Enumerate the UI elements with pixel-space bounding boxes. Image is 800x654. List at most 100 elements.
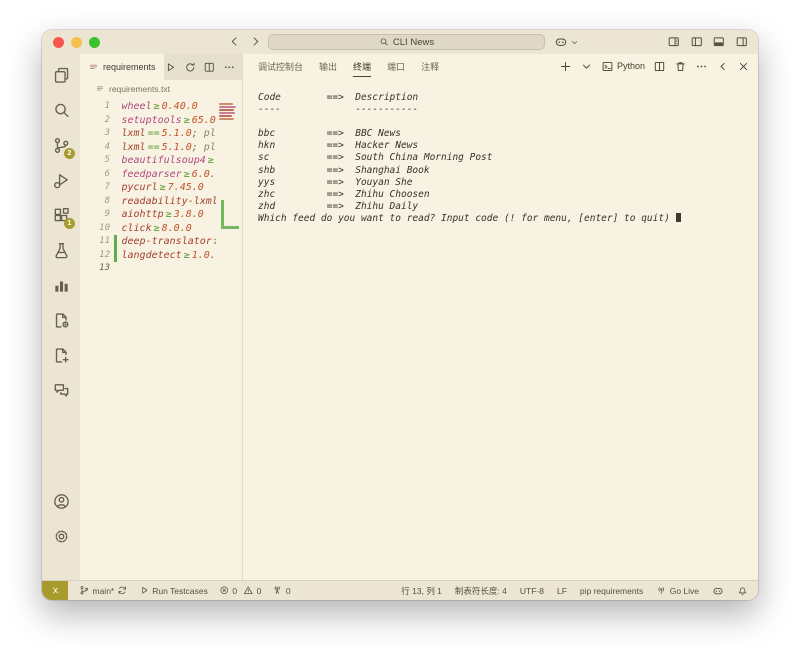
- copilot-menu-button[interactable]: [554, 35, 579, 49]
- file-icon: [95, 84, 105, 94]
- close-icon: [737, 60, 750, 73]
- token: ≥: [184, 115, 190, 126]
- new-terminal-button[interactable]: [559, 60, 572, 73]
- panel-tab-终端[interactable]: 终端: [353, 55, 371, 77]
- token: 8.0.0: [162, 223, 192, 234]
- trash-icon: [674, 60, 687, 73]
- token: readability-lxml: [122, 196, 218, 207]
- terminal-dropdown-button[interactable]: [580, 60, 593, 73]
- panel-tab-注释[interactable]: 注释: [421, 55, 439, 77]
- line-code: setuptools≥65.0.0: [122, 114, 228, 128]
- ellipsis-icon[interactable]: [223, 61, 236, 74]
- git-gutter: [114, 141, 117, 155]
- warning-icon: [243, 585, 254, 596]
- encoding[interactable]: UTF-8: [520, 586, 544, 596]
- cursor-position[interactable]: 行 13, 列 1: [401, 585, 442, 597]
- activity-item-chart[interactable]: [42, 268, 80, 303]
- notifications-bell-icon[interactable]: [737, 585, 748, 596]
- tab-requirements[interactable]: requirements: [80, 54, 164, 80]
- close-panel-button[interactable]: [737, 60, 750, 73]
- run-testcases-button[interactable]: Run Testcases: [139, 585, 208, 596]
- split-icon[interactable]: [203, 61, 216, 74]
- activity-item-extensions[interactable]: 1: [42, 198, 80, 233]
- activity-item-tasks[interactable]: [42, 303, 80, 338]
- activity-item-search[interactable]: [42, 93, 80, 128]
- language-mode[interactable]: pip requirements: [580, 586, 643, 596]
- activity-item-settings[interactable]: [42, 519, 80, 554]
- tab-label: requirements: [103, 62, 156, 72]
- git-gutter: [114, 222, 117, 236]
- line-number: 4: [80, 141, 110, 155]
- close-window-button[interactable]: [53, 37, 64, 48]
- activity-item-source-control[interactable]: 2: [42, 128, 80, 163]
- search-icon: [379, 37, 389, 47]
- token: 5.1.0: [162, 128, 192, 139]
- account-icon: [52, 492, 71, 511]
- token: aiohttp: [122, 209, 164, 220]
- plus-icon: [559, 60, 572, 73]
- line-number: 5: [80, 154, 110, 168]
- play-icon[interactable]: [164, 61, 177, 74]
- layout-right-icon[interactable]: [735, 35, 749, 49]
- line-number: 7: [80, 181, 110, 195]
- tab-bar: requirements: [80, 54, 242, 80]
- minimize-window-button[interactable]: [71, 37, 82, 48]
- vscode-window: CLI News 21 requirements requirements: [42, 30, 758, 600]
- breadcrumb[interactable]: requirements.txt: [80, 80, 242, 97]
- line-code: wheel≥0.40.0: [122, 100, 198, 114]
- activity-item-accounts[interactable]: [42, 484, 80, 519]
- chev-down-icon: [580, 60, 593, 73]
- git-gutter: [114, 208, 117, 222]
- panel-tab-调试控制台[interactable]: 调试控制台: [258, 55, 303, 77]
- ellipsis-icon: [695, 60, 708, 73]
- maximize-panel-button[interactable]: [716, 60, 729, 73]
- token: wheel: [122, 101, 152, 112]
- terminal-prompt: Which feed do you want to read? Input co…: [258, 213, 758, 225]
- activity-item-new-file-tool[interactable]: [42, 338, 80, 373]
- layout-left-icon[interactable]: [690, 35, 704, 49]
- copilot-status-icon[interactable]: [712, 585, 724, 597]
- go-live-button[interactable]: Go Live: [656, 585, 699, 596]
- token: 0.40.0: [162, 101, 198, 112]
- kill-terminal-button[interactable]: [674, 60, 687, 73]
- git-gutter: [114, 100, 117, 114]
- eol[interactable]: LF: [557, 586, 567, 596]
- sync-icon[interactable]: [117, 585, 128, 596]
- radio-tower-icon: [272, 585, 283, 596]
- editor[interactable]: 1wheel≥0.40.02setuptools≥65.0.03lxml==5.…: [80, 97, 242, 580]
- activity-item-comments[interactable]: [42, 373, 80, 408]
- tab-size[interactable]: 制表符长度: 4: [455, 585, 507, 597]
- terminal[interactable]: Code ==> Description ---- ----------- bb…: [243, 78, 758, 580]
- token: ≥: [154, 101, 160, 112]
- activity-item-run-debug[interactable]: [42, 163, 80, 198]
- more-actions-button[interactable]: [695, 60, 708, 73]
- layout-panel-icon[interactable]: [712, 35, 726, 49]
- active-terminal-button[interactable]: Python: [601, 60, 645, 73]
- line-number: 12: [80, 249, 110, 263]
- activity-item-testing[interactable]: [42, 233, 80, 268]
- command-center-search[interactable]: CLI News: [268, 34, 545, 50]
- activity-item-explorer[interactable]: [42, 58, 80, 93]
- problems-status[interactable]: 0 0: [219, 585, 261, 596]
- layout-custom-icon[interactable]: [667, 35, 681, 49]
- back-icon[interactable]: [228, 35, 241, 48]
- line-number: 1: [80, 100, 110, 114]
- line-number: 9: [80, 208, 110, 222]
- token: pycurl: [122, 182, 158, 193]
- zoom-window-button[interactable]: [89, 37, 100, 48]
- token: ≥: [208, 155, 214, 166]
- minimap[interactable]: [216, 97, 242, 580]
- git-gutter: [114, 195, 117, 209]
- token: lxml: [122, 128, 146, 139]
- ports-status[interactable]: 0: [272, 585, 290, 596]
- forward-icon[interactable]: [249, 35, 262, 48]
- line-code: lxml==5.1.0; plat: [122, 141, 228, 155]
- git-branch-status[interactable]: main*: [79, 585, 128, 596]
- panel-tab-输出[interactable]: 输出: [319, 55, 337, 77]
- panel-tab-端口[interactable]: 端口: [387, 55, 405, 77]
- split-terminal-button[interactable]: [653, 60, 666, 73]
- remote-indicator[interactable]: [42, 581, 68, 600]
- rerun-icon[interactable]: [184, 61, 197, 74]
- file-plus-icon: [52, 346, 71, 365]
- badge: 2: [64, 148, 75, 159]
